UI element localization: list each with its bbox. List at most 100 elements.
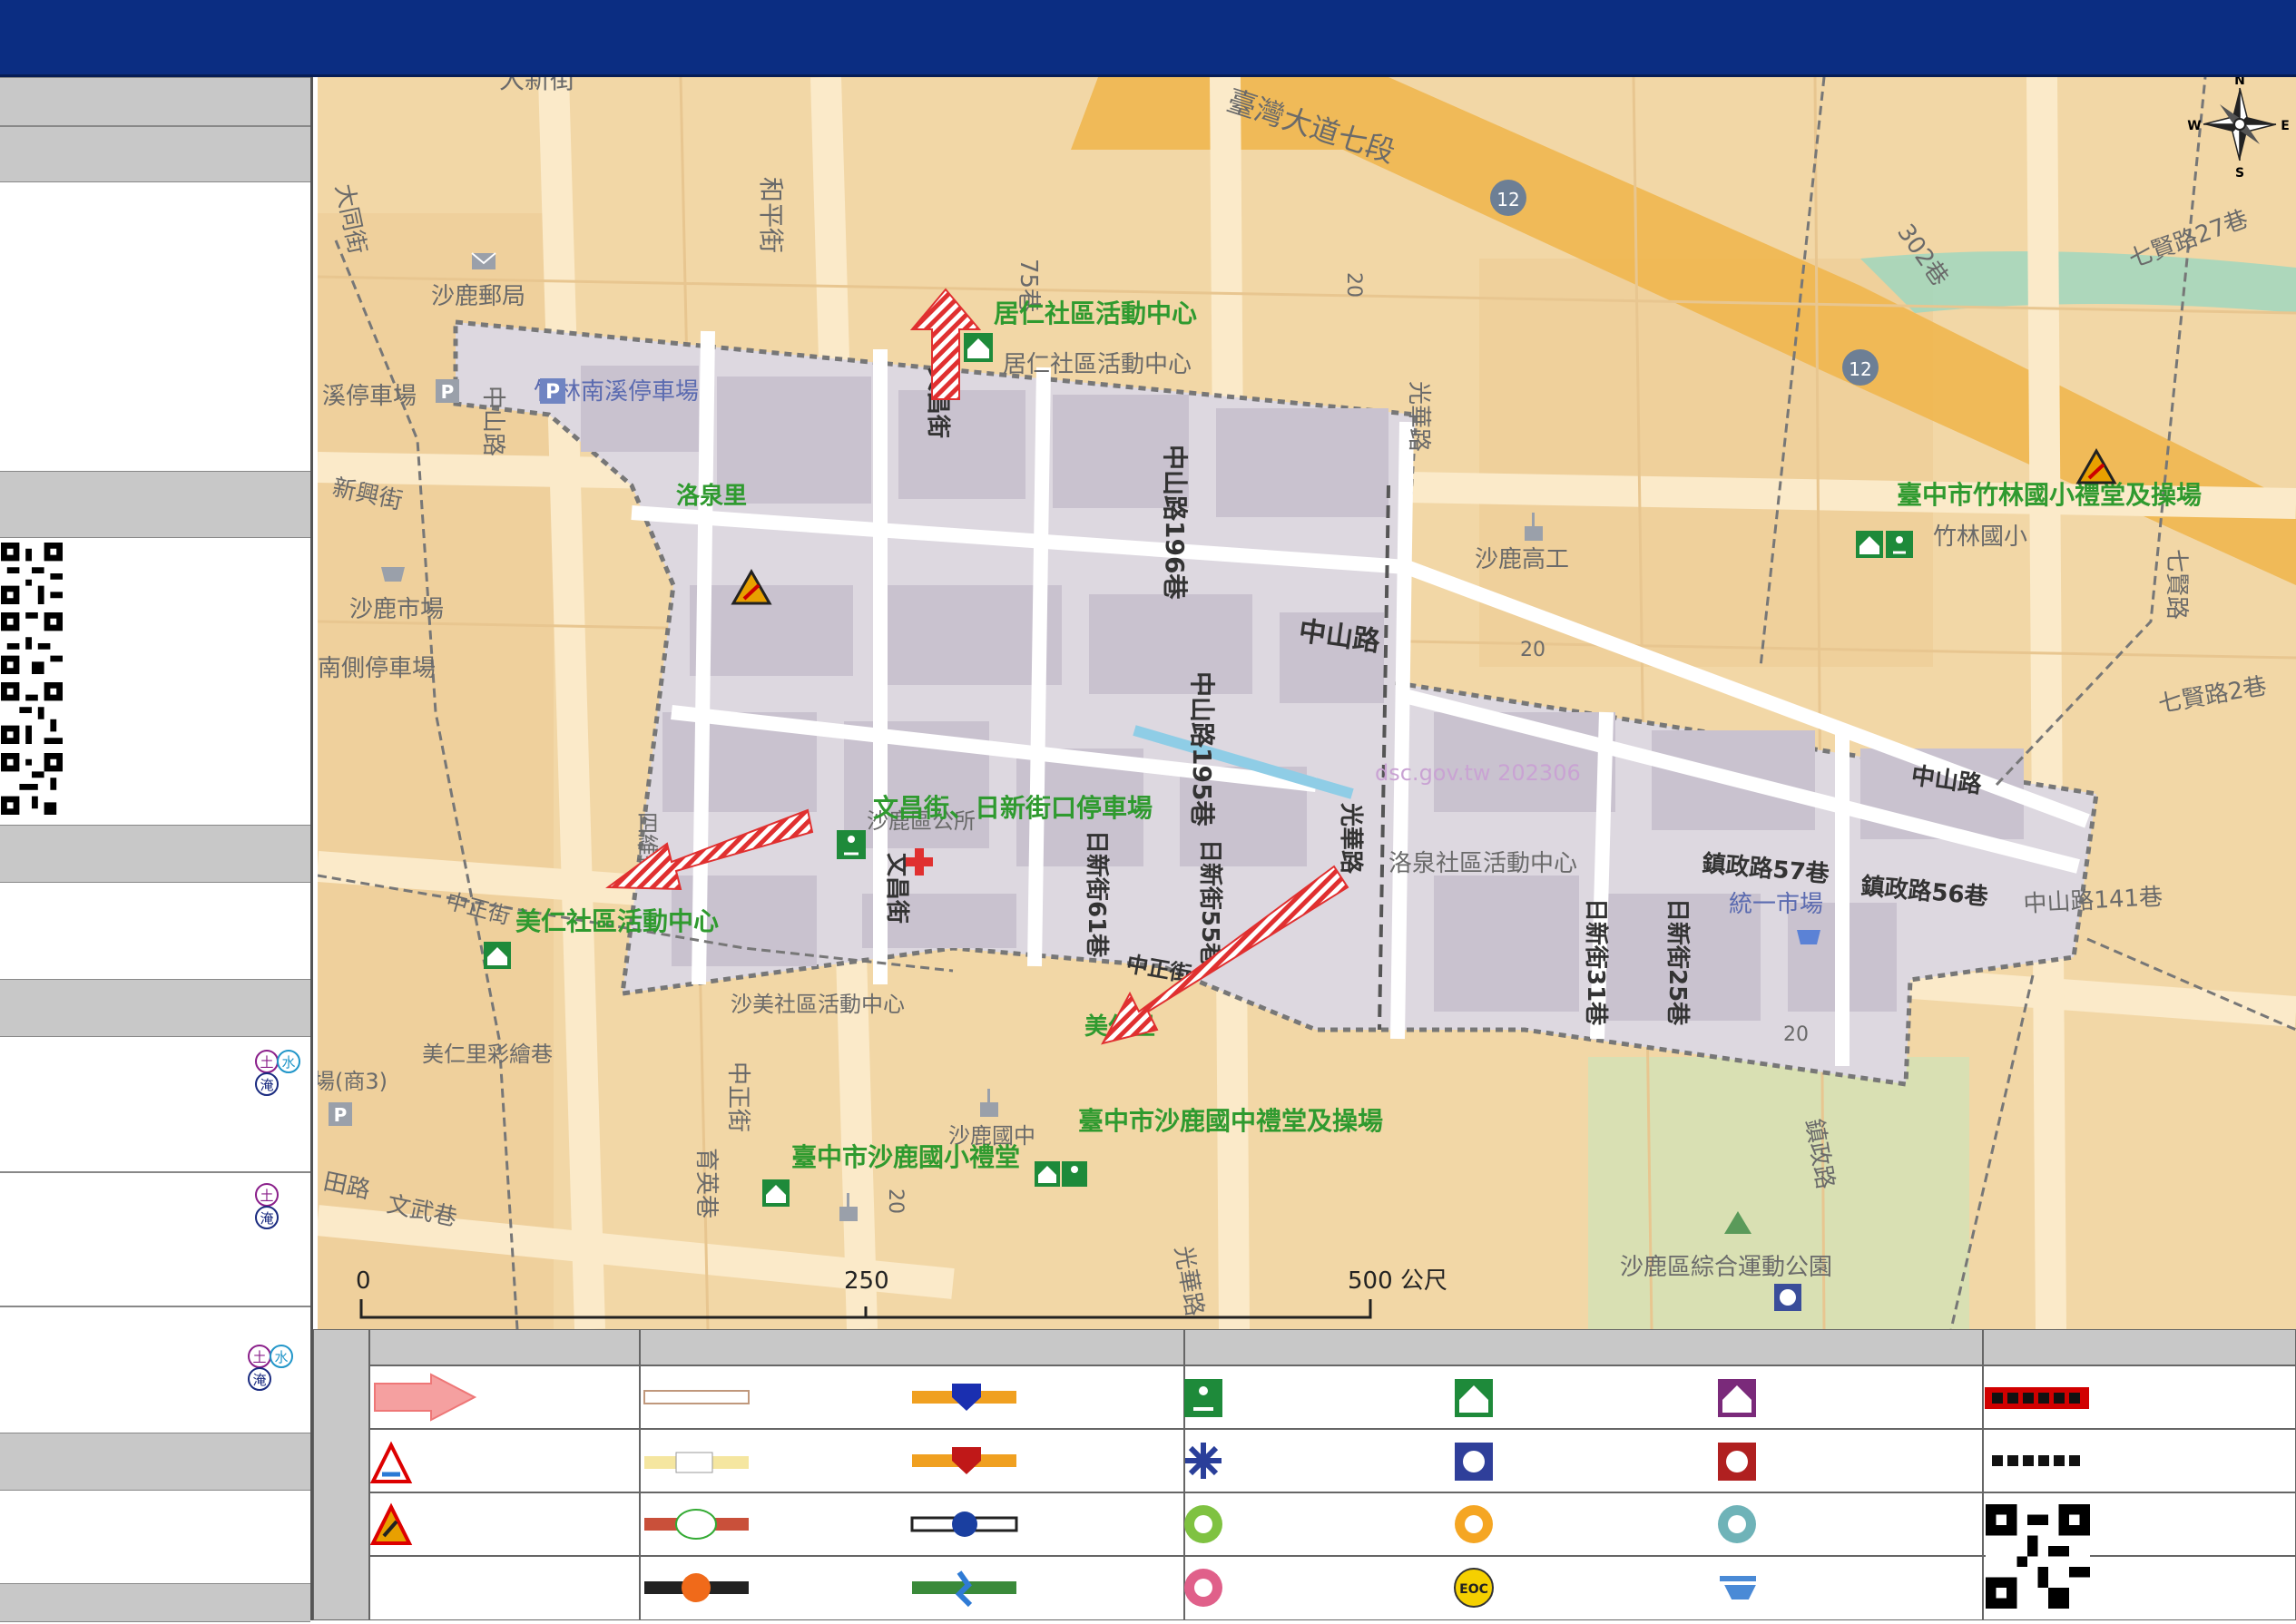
qr-code-icon[interactable]: [0, 753, 64, 815]
evacuation-map[interactable]: 大新街 臺灣大道七段 75巷 和平街 大同街 中山路 新興街 文昌街 中山路19…: [318, 77, 2296, 1329]
svg-text:12: 12: [1849, 358, 1871, 380]
svg-text:EOC: EOC: [1459, 1582, 1488, 1597]
street-label: 場(商3): [318, 1069, 388, 1094]
place-label: 沙鹿區綜合運動公園: [1620, 1254, 1832, 1281]
title-bar: [0, 0, 2296, 77]
sidebar-section-header: [0, 126, 310, 182]
street-label: 中山路196巷: [1160, 445, 1190, 600]
sidebar-section-header: [0, 77, 310, 126]
map-canvas[interactable]: 大新街 臺灣大道七段 75巷 和平街 大同街 中山路 新興街 文昌街 中山路19…: [318, 77, 2296, 1329]
shelter-label: 文昌街、日新街口停車場: [873, 793, 1153, 823]
shelter-label: 臺中市沙鹿國小禮堂: [791, 1142, 1020, 1172]
evacuation-site-icon: [1184, 1379, 1222, 1417]
shelter-icon[interactable]: [484, 942, 511, 969]
hazard-badges: 土 水 淹: [248, 1345, 293, 1391]
scale-label: 0: [356, 1267, 371, 1295]
qr-code-icon[interactable]: [0, 543, 64, 604]
sidebar-section-header: [0, 825, 310, 883]
shelter-label: 臺中市竹林國小禮堂及操場: [1897, 480, 2202, 510]
sidebar-section-header: [0, 1583, 310, 1622]
divider: [0, 1171, 310, 1173]
svg-text:20: 20: [1520, 639, 1545, 661]
svg-text:P: P: [334, 1104, 348, 1126]
map-legend: EOC: [312, 1328, 2296, 1621]
street-label: 大新街: [499, 77, 575, 94]
flood-hazard-label: 淹: [260, 1210, 273, 1227]
place-label: 洛泉社區活動中心: [1388, 850, 1577, 877]
evacuation-site-icon[interactable]: [837, 830, 866, 859]
post-office-icon: [471, 252, 496, 269]
flood-hazard-label: 淹: [252, 1372, 266, 1388]
police-icon: [1455, 1443, 1493, 1481]
svg-text:P: P: [441, 381, 455, 403]
maternal-care-icon: [1184, 1569, 1222, 1607]
legend-grid: EOC: [312, 1328, 2296, 1621]
street-label: 日新街31巷: [1582, 898, 1610, 1026]
soil-hazard-label: 土: [260, 1054, 273, 1071]
place-label: 溪停車場: [322, 383, 417, 410]
qr-code-icon[interactable]: [0, 682, 64, 744]
street-label: 光華路: [1405, 381, 1432, 452]
svg-text:P: P: [545, 381, 560, 404]
scale-label: 250: [844, 1267, 889, 1295]
soil-hazard-label: 土: [252, 1349, 266, 1365]
svg-text:W: W: [2187, 119, 2201, 133]
qr-code-icon[interactable]: [0, 612, 64, 674]
hazard-badges: 土 淹: [255, 1183, 279, 1229]
shelter-icon[interactable]: [762, 1179, 790, 1207]
place-label: 美仁里彩繪巷: [422, 1042, 553, 1067]
street-label: 日新街55巷: [1196, 839, 1224, 967]
svg-text:E: E: [2281, 119, 2290, 133]
place-label: 沙美社區活動中心: [731, 992, 905, 1017]
place-label: 沙鹿高工: [1475, 546, 1569, 573]
sidebar-section-header: [0, 979, 310, 1037]
svg-text:S: S: [2235, 166, 2244, 181]
street-label: 育英巷: [692, 1148, 720, 1218]
info-sidebar: 土 水 淹 土 淹 土 水 淹: [0, 77, 313, 1622]
evacuation-site-icon[interactable]: [1886, 531, 1913, 558]
svg-text:20: 20: [1783, 1023, 1809, 1046]
street-label: 中山路195巷: [1187, 671, 1217, 827]
medical-icon: [1185, 1443, 1222, 1479]
place-label: 居仁社區活動中心: [1003, 351, 1192, 378]
fire-station-icon: [1718, 1443, 1756, 1481]
childcare-icon: [1718, 1505, 1756, 1543]
place-label: 竹林國小: [1933, 523, 2027, 551]
market-icon: [1797, 930, 1820, 944]
parking-icon: P: [540, 378, 565, 404]
accessibility-icon: [1184, 1505, 1222, 1543]
hazard-badges: 土 水 淹: [255, 1050, 300, 1096]
place-label: 沙鹿市場: [349, 596, 444, 623]
shelter-icon[interactable]: [1035, 1161, 1060, 1187]
water-hazard-label: 水: [281, 1054, 295, 1071]
village-label: 洛泉里: [676, 482, 747, 510]
qr-code-icon[interactable]: [1986, 1504, 2090, 1609]
shelter-label: 臺中市沙鹿國中禮堂及操場: [1078, 1106, 1383, 1136]
svg-text:20: 20: [884, 1189, 907, 1214]
shelter-icon[interactable]: [964, 333, 993, 362]
police-icon: [1774, 1284, 1801, 1311]
sidebar-section-header: [0, 471, 310, 538]
flood-hazard-label: 淹: [260, 1077, 273, 1093]
street-label: 七賢路: [2163, 549, 2190, 620]
soil-hazard-label: 土: [260, 1188, 273, 1204]
market-icon: [381, 567, 405, 582]
shelter-label: 居仁社區活動中心: [994, 298, 1197, 328]
street-label: 日新街25巷: [1663, 898, 1692, 1026]
street-label: 日新街61巷: [1083, 830, 1111, 958]
elderly-care-icon: [1455, 1505, 1493, 1543]
evacuation-site-icon[interactable]: [1062, 1161, 1087, 1187]
place-label: 統一市場: [1729, 891, 1823, 918]
shelter-icon[interactable]: [1856, 531, 1883, 558]
svg-text:N: N: [2234, 77, 2245, 88]
street-label: 和平街: [756, 177, 786, 253]
road-symbol: [643, 1390, 750, 1404]
shelter-icon: [1455, 1379, 1493, 1417]
scale-label: 500 公尺: [1348, 1267, 1447, 1295]
boundary-symbol: [1985, 1387, 2089, 1409]
parking-icon: P: [329, 1102, 352, 1126]
eoc-icon: EOC: [1454, 1568, 1494, 1608]
place-label: 沙鹿郵局: [431, 283, 525, 310]
street-label: 中正街: [724, 1061, 751, 1132]
water-hazard-label: 水: [274, 1349, 288, 1365]
